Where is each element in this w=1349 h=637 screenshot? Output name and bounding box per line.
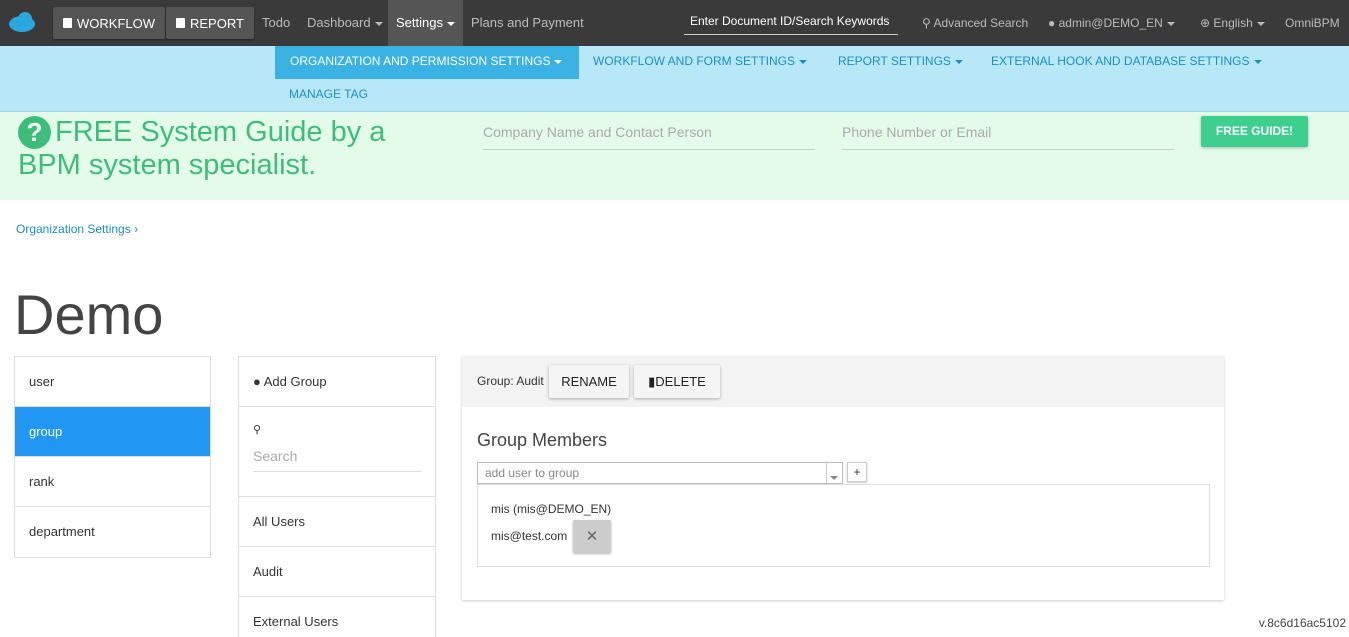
member-list: mis (mis@DEMO_EN) mis@test.com ✕ [477,484,1210,567]
cloud-logo-icon[interactable] [8,11,36,33]
org-settings-tabs: user group rank department [14,356,211,558]
tab-group[interactable]: group [15,407,210,457]
member-item: mis (mis@DEMO_EN) [491,502,612,516]
subnav-external-hook[interactable]: EXTERNAL HOOK AND DATABASE SETTINGS [991,46,1262,79]
group-item-audit[interactable]: Audit [239,547,435,597]
group-detail-panel: Group: Audit RENAME ▮DELETE Group Member… [462,356,1224,600]
group-item-all-users[interactable]: All Users [239,497,435,547]
free-guide-banner: ? FREE System Guide by a BPM system speci… [0,112,1349,200]
question-icon: ? [18,116,51,149]
group-members-title: Group Members [477,430,608,450]
phone-email-input[interactable]: Phone Number or Email [842,120,1174,150]
tab-department[interactable]: department [15,507,210,557]
rename-button[interactable]: RENAME [549,365,629,398]
caret-down-icon [1166,21,1175,26]
caret-down-icon [1256,21,1265,26]
chart-icon [176,18,185,28]
nav-todo[interactable]: Todo [262,0,290,46]
language-menu[interactable]: ⊕ English [1200,0,1265,46]
group-name-label: Group: Audit [477,374,544,388]
user-icon: ● [1048,16,1056,30]
add-icon: ● [253,374,261,389]
member-item: mis@test.com [491,529,568,543]
caret-down-icon [954,59,963,64]
top-navbar: WORKFLOW REPORT Todo Dashboard Settings … [0,0,1349,46]
tab-user[interactable]: user [15,357,210,407]
dropdown-arrow-icon[interactable] [826,463,842,483]
page-title: Demo [14,283,164,346]
caret-down-icon [446,21,455,26]
caret-down-icon [554,59,563,64]
global-search-input[interactable]: Enter Document ID/Search Keywords [684,10,898,35]
remove-member-close-icon[interactable]: ✕ [573,520,611,553]
user-menu[interactable]: ● admin@DEMO_EN [1048,0,1175,46]
add-user-select[interactable]: add user to group [477,462,843,484]
company-name-input[interactable]: Company Name and Contact Person [483,120,815,150]
caret-down-icon [1253,59,1262,64]
globe-icon: ⊕ [1200,16,1211,30]
subnav-org-permission[interactable]: ORGANIZATION AND PERMISSION SETTINGS [275,46,579,79]
delete-button[interactable]: ▮DELETE [634,365,720,398]
report-button[interactable]: REPORT [166,7,254,39]
nav-dashboard[interactable]: Dashboard [307,0,383,46]
chevron-right-icon: › [134,222,139,236]
subnav-manage-tag[interactable]: MANAGE TAG [289,79,368,112]
group-panel-header: Group: Audit RENAME ▮DELETE [462,356,1224,407]
caret-down-icon [374,21,383,26]
group-search-input[interactable]: Search [253,444,421,472]
brand-link[interactable]: OmniBPM [1285,0,1340,46]
search-icon: ⚲ [922,16,931,30]
workflow-button[interactable]: WORKFLOW [53,7,165,39]
settings-subnav: ORGANIZATION AND PERMISSION SETTINGS WOR… [0,46,1349,112]
nav-plans[interactable]: Plans and Payment [471,0,584,46]
breadcrumb[interactable]: Organization Settings › [16,222,138,236]
subnav-report[interactable]: REPORT SETTINGS [838,46,963,79]
free-guide-button[interactable]: FREE GUIDE! [1201,116,1308,147]
subnav-workflow-form[interactable]: WORKFLOW AND FORM SETTINGS [593,46,808,79]
add-member-button[interactable]: + [847,462,867,482]
group-search: ⚲ Search [239,407,435,497]
document-icon [63,18,72,28]
version-label: v.8c6d16ac5102 [1258,616,1346,630]
caret-down-icon [799,59,808,64]
tab-rank[interactable]: rank [15,457,210,507]
search-icon: ⚲ [253,424,262,436]
nav-settings[interactable]: Settings [388,0,463,46]
group-list: ● Add Group ⚲ Search All Users Audit Ext… [238,356,436,637]
banner-title: ? FREE System Guide by a BPM system speci… [18,116,386,181]
advanced-search-link[interactable]: ⚲ Advanced Search [922,0,1028,46]
add-group-button[interactable]: ● Add Group [239,357,435,407]
group-item-external-users[interactable]: External Users [239,597,435,637]
